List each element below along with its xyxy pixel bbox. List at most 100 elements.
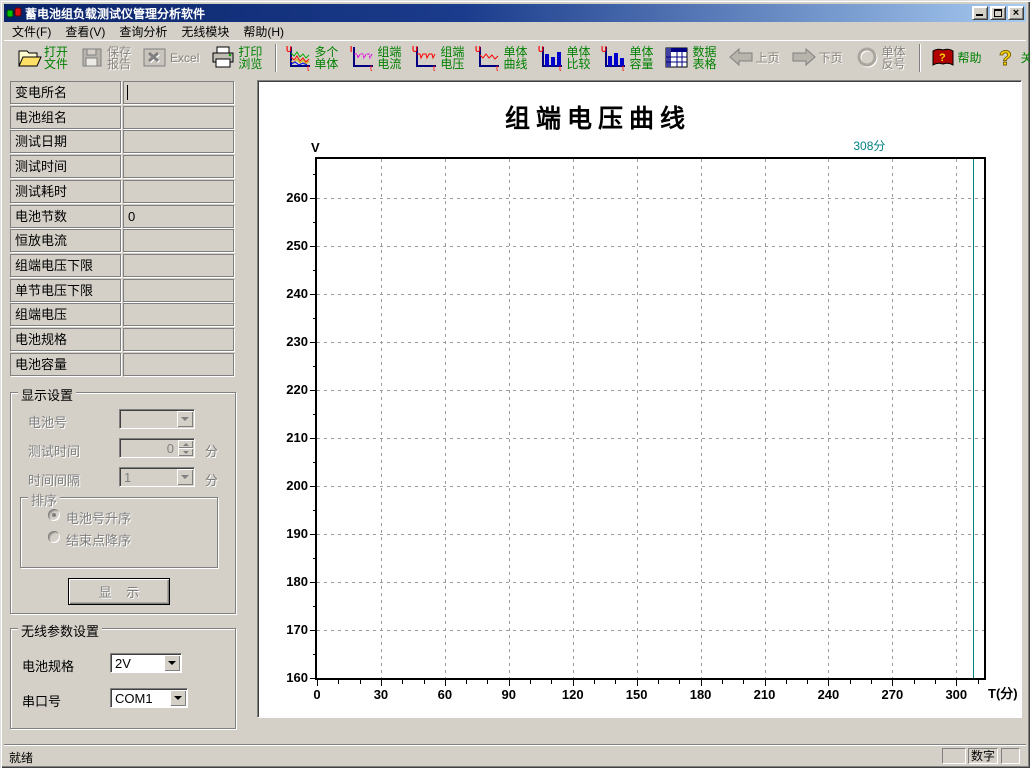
menu-item-query-analysis[interactable]: 查询分析 [112, 22, 174, 41]
cell-compare-button[interactable]: Ut单体 比较 [538, 43, 590, 73]
battery-spec-combo[interactable]: 2V [110, 653, 182, 673]
menu-item-view[interactable]: 查看(V) [58, 22, 112, 41]
prev-page-label: 上页 [756, 52, 780, 64]
interval-dropdown-button[interactable] [177, 469, 193, 485]
y-tick-label: 260 [268, 190, 308, 205]
x-minor-tick [594, 680, 595, 684]
menu-item-file[interactable]: 文件(F) [5, 22, 58, 41]
info-value-11[interactable] [123, 353, 234, 376]
data-table-button[interactable]: 数据 表格 [664, 43, 716, 73]
svg-text:?: ? [939, 52, 946, 64]
info-value-3[interactable] [123, 155, 234, 178]
print-preview-button[interactable]: 打印 浏览 [210, 43, 262, 73]
minimize-button[interactable] [972, 6, 988, 20]
x-minor-tick [487, 680, 488, 684]
y-minor-tick [313, 654, 317, 655]
radio-battery-asc[interactable] [48, 509, 60, 521]
cell-capacity-button[interactable]: Ut单体 容量 [601, 43, 653, 73]
curve-voltage-icon: Ut [412, 45, 438, 71]
battery-no-dropdown-button[interactable] [177, 411, 193, 427]
maximize-icon [994, 9, 1002, 17]
save-report-label: 保存 报告 [107, 46, 131, 70]
show-button[interactable]: 显 示 [68, 578, 170, 605]
chevron-up-icon [183, 443, 189, 446]
x-gridline [637, 159, 638, 678]
test-time-spinner[interactable]: 0 [119, 438, 195, 458]
cell-curve-button[interactable]: Ut单体 曲线 [475, 43, 527, 73]
info-value-10[interactable] [123, 328, 234, 351]
group-voltage-button[interactable]: Ut组端 电压 [412, 43, 464, 73]
info-table: 变电所名电池组名测试日期测试时间测试耗时电池节数0恒放电流组端电压下限单节电压下… [10, 81, 236, 379]
info-label-5: 电池节数 [10, 205, 121, 228]
svg-text:U: U [286, 45, 292, 54]
minimize-icon [976, 14, 983, 16]
circle-icon [854, 45, 880, 71]
y-gridline [317, 198, 984, 199]
cell-invert-label: 单体 反号 [882, 46, 906, 70]
info-label-1: 电池组名 [10, 106, 121, 129]
menu-item-wireless-module[interactable]: 无线模块 [174, 22, 236, 41]
info-value-0[interactable] [123, 81, 234, 104]
info-value-8[interactable] [123, 279, 234, 302]
info-value-4[interactable] [123, 180, 234, 203]
x-gridline [445, 159, 446, 678]
x-minor-tick [551, 680, 552, 684]
y-gridline [317, 486, 984, 487]
y-minor-tick [313, 414, 317, 415]
cursor-duration-label: 308分 [853, 137, 885, 154]
about-button[interactable]: ?关于 [993, 43, 1030, 73]
x-minor-tick [338, 680, 339, 684]
battery-no-combo[interactable] [119, 409, 195, 429]
info-value-9[interactable] [123, 303, 234, 326]
maximize-button[interactable] [990, 6, 1006, 20]
radio-endpoint-desc[interactable] [48, 531, 60, 543]
toolbar-separator [275, 44, 277, 72]
y-tick-label: 220 [268, 382, 308, 397]
y-gridline [317, 246, 984, 247]
help-button[interactable]: ? 帮助 [930, 43, 982, 73]
info-value-2[interactable] [123, 130, 234, 153]
com-port-combo[interactable]: COM1 [110, 688, 188, 708]
interval-combo[interactable]: 1 [119, 467, 195, 487]
info-value-5[interactable]: 0 [123, 205, 234, 228]
open-file-button[interactable]: 打开 文件 [16, 43, 68, 73]
app-icon [6, 5, 22, 21]
about-icon: ? [993, 45, 1019, 71]
group-current-button[interactable]: It组端 电流 [349, 43, 401, 73]
y-tick-label: 170 [268, 622, 308, 637]
x-tick-label: 150 [620, 687, 654, 702]
save-icon [79, 45, 105, 71]
info-value-1[interactable] [123, 106, 234, 129]
y-tick-label: 210 [268, 430, 308, 445]
group-current-label: 组端 电流 [377, 46, 401, 70]
spin-down-button[interactable] [178, 448, 193, 456]
export-excel-button: Excel [142, 43, 199, 73]
com-port-dropdown-button[interactable] [170, 690, 186, 706]
spin-up-button[interactable] [178, 440, 193, 448]
x-tick-label: 240 [811, 687, 845, 702]
help-label: 帮助 [958, 52, 982, 64]
help-book-icon: ? [930, 45, 956, 71]
y-gridline [317, 534, 984, 535]
next-page-button: 下页 [791, 43, 843, 73]
info-value-7[interactable] [123, 254, 234, 277]
x-minor-tick [424, 680, 425, 684]
status-cell-empty-2 [1001, 748, 1020, 764]
y-gridline [317, 630, 984, 631]
chart-title: 组端电压曲线 [298, 99, 898, 135]
y-minor-tick [313, 606, 317, 607]
multi-cell-button[interactable]: Ut多个 单体 [286, 43, 338, 73]
y-tick-label: 250 [268, 238, 308, 253]
x-tick-label: 210 [748, 687, 782, 702]
x-minor-tick [914, 680, 915, 684]
y-axis-label: V [311, 140, 320, 155]
close-button[interactable]: × [1008, 6, 1024, 20]
radio-endpoint-desc-label: 结束点降序 [66, 530, 131, 549]
x-minor-tick [935, 680, 936, 684]
battery-spec-dropdown-button[interactable] [164, 655, 180, 671]
menu-item-help[interactable]: 帮助(H) [236, 22, 291, 41]
status-cell-empty-1 [942, 748, 966, 764]
y-gridline [317, 294, 984, 295]
info-value-6[interactable] [123, 229, 234, 252]
chevron-down-icon [183, 451, 189, 454]
